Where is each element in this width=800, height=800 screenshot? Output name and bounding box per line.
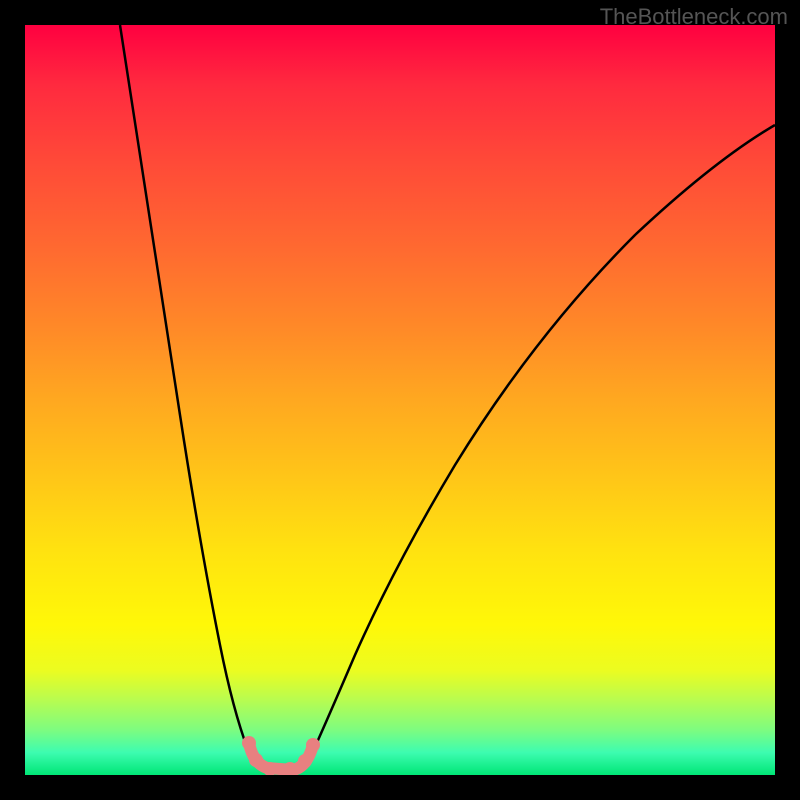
curve-right (310, 125, 775, 758)
dot-6 (306, 738, 320, 752)
dot-5 (298, 754, 312, 768)
curve-overlay (25, 25, 775, 775)
dot-2 (249, 753, 263, 767)
plot-area (25, 25, 775, 775)
dot-1 (242, 736, 256, 750)
watermark-text: TheBottleneck.com (600, 4, 788, 30)
curve-left (120, 25, 252, 758)
